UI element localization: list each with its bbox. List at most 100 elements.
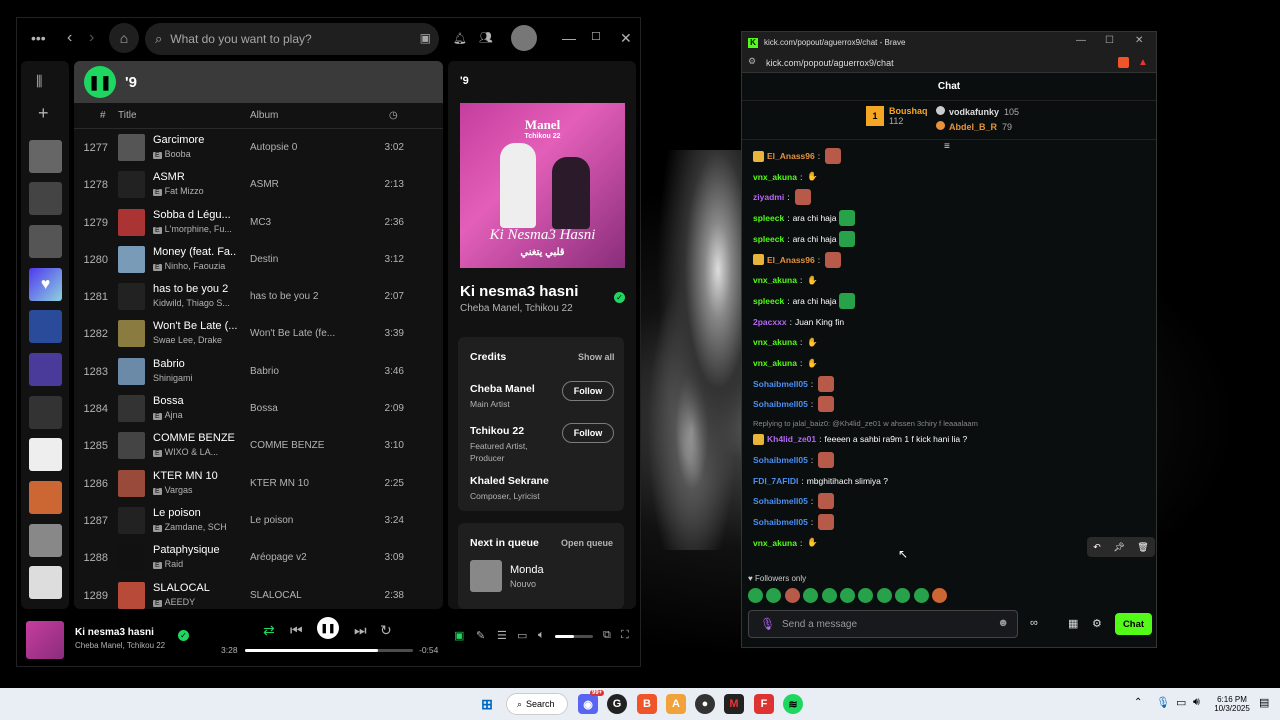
track-row[interactable]: 1282 Won't Be Late (... Swae Lee, Drake Won… <box>74 315 443 352</box>
microphone-icon[interactable]: 🎙︎ <box>760 617 775 631</box>
chat-send-button[interactable]: Chat <box>1115 613 1152 635</box>
emote-icon[interactable] <box>839 588 855 603</box>
browse-icon[interactable]: ▣ <box>420 31 431 45</box>
track-title[interactable]: Sobba d Légu... <box>153 209 237 221</box>
pin-icon[interactable]: 📌︎ <box>1113 542 1124 553</box>
top-gifter[interactable]: 1 Boushaq 112 <box>866 106 928 126</box>
track-row[interactable]: 1278 ASMR E Fat Mizzo ASMR 2:13 <box>74 166 443 203</box>
microphone-icon[interactable]: 🎙︎ <box>1156 696 1170 709</box>
chat-message[interactable]: 2pacxxx: Juan King fin <box>753 314 844 330</box>
track-row[interactable]: 1283 Babrio Shinigami Babrio 3:46 <box>74 353 443 390</box>
credit-name[interactable]: Tchikou 22 <box>470 425 524 437</box>
emote-icon[interactable] <box>766 588 782 603</box>
home-icon[interactable]: ⌂ <box>109 23 139 53</box>
brave-shield-icon[interactable] <box>1118 57 1129 68</box>
volume-icon[interactable]: 🔊︎ <box>1193 696 1200 709</box>
credit-name[interactable]: Khaled Sekrane <box>470 475 549 487</box>
library-item[interactable] <box>29 140 62 173</box>
chat-username[interactable]: Sohaibmell05 <box>753 379 808 389</box>
track-album[interactable]: Le poison <box>250 515 365 526</box>
track-album[interactable]: Babrio <box>250 366 365 377</box>
track-row[interactable]: 1289 SLALOCAL E AEEDY SLALOCAL 2:38 <box>74 577 443 609</box>
track-artist[interactable]: Raid <box>165 559 184 569</box>
chat-message[interactable]: spleeck: ara chi haja <box>753 230 855 247</box>
chat-message[interactable]: Sohaibmell05: <box>753 396 835 413</box>
emote-icon[interactable] <box>931 588 947 603</box>
track-row[interactable]: 1277 Garcimore E Booba Autopsie 0 3:02 <box>74 129 443 166</box>
track-album[interactable]: Bossa <box>250 403 365 414</box>
library-item[interactable] <box>29 566 62 599</box>
chat-username[interactable]: vnx_akuna <box>753 275 797 285</box>
follow-button[interactable]: Follow <box>562 381 614 401</box>
next-icon[interactable]: ⏭︎ <box>354 622 367 639</box>
track-row[interactable]: 1281 has to be you 2 Kidwild, Thiago S... h… <box>74 278 443 315</box>
top-gifter[interactable]: Abdel_B_R 79 <box>936 121 1012 132</box>
brave-rewards-icon[interactable]: ▲ <box>1138 57 1148 68</box>
emotes-menu-icon[interactable]: ∞ <box>1030 617 1038 629</box>
chat-message[interactable]: FDI_7AFIDI: mbghitihach slimiya ? <box>753 473 888 489</box>
track-album[interactable]: Autopsie 0 <box>250 142 365 153</box>
windows-start-icon[interactable]: ⊞ <box>477 694 497 714</box>
track-artist[interactable]: Ajna <box>165 410 183 420</box>
queue-song[interactable]: Monda <box>510 564 544 576</box>
maximize-icon[interactable]: ☐ <box>1105 35 1114 46</box>
chat-message[interactable]: spleeck: ara chi haja <box>753 292 855 309</box>
devices-icon[interactable]: ▭ <box>517 629 527 642</box>
emote-icon[interactable] <box>913 588 929 603</box>
track-album[interactable]: COMME BENZE <box>250 440 365 451</box>
track-title[interactable]: Babrio <box>153 358 237 370</box>
library-item[interactable] <box>29 481 62 514</box>
emote-icon[interactable] <box>858 588 874 603</box>
emoji-icon[interactable]: ☻ <box>997 617 1009 629</box>
track-title[interactable]: Bossa <box>153 395 237 407</box>
queue-icon[interactable]: ☰ <box>497 629 507 642</box>
open-queue-link[interactable]: Open queue <box>561 538 613 548</box>
friends-icon[interactable]: 👥︎ <box>479 31 493 44</box>
gifter-name[interactable]: Boushaq <box>889 106 928 116</box>
track-artist[interactable]: Kidwild, Thiago S... <box>153 298 230 308</box>
chat-message[interactable]: spleeck: ara chi haja <box>753 210 855 227</box>
track-title[interactable]: Won't Be Late (... <box>153 320 237 332</box>
track-row[interactable]: 1279 Sobba d Légu... E L'morphine, Fu... MC3… <box>74 204 443 241</box>
url-text[interactable]: kick.com/popout/aguerrox9/chat <box>766 58 894 68</box>
emote-icon[interactable] <box>748 588 763 603</box>
saved-check-icon[interactable]: ✓ <box>178 630 189 641</box>
chat-username[interactable]: spleeck <box>753 234 784 244</box>
track-row[interactable]: 1288 Pataphysique E Raid Aréopage v2 3:09 <box>74 539 443 576</box>
library-item[interactable] <box>29 438 62 471</box>
track-artist[interactable]: L'morphine, Fu... <box>165 224 232 234</box>
gift-icon[interactable]: ▦ <box>1068 617 1078 630</box>
chat-username[interactable]: spleeck <box>753 296 784 306</box>
track-album[interactable]: has to be you 2 <box>250 291 365 302</box>
track-row[interactable]: 1280 Money (feat. Fa... E Ninho, Faouzia Des… <box>74 241 443 278</box>
track-row[interactable]: 1286 KTER MN 10 E Vargas KTER MN 10 2:25 <box>74 465 443 502</box>
emote-icon[interactable] <box>876 588 892 603</box>
library-item[interactable] <box>29 353 62 386</box>
search-bar[interactable]: ⌕ What do you want to play? ▣ <box>145 23 439 55</box>
track-artist[interactable]: Shinigami <box>153 373 193 383</box>
app-icon[interactable]: F <box>754 694 774 714</box>
track-album[interactable]: MC3 <box>250 217 365 228</box>
track-album[interactable]: Won't Be Late (fe... <box>250 328 365 339</box>
track-album[interactable]: KTER MN 10 <box>250 478 365 489</box>
chat-message[interactable]: vnx_akuna: ✋ <box>753 169 818 185</box>
shuffle-icon[interactable]: ⇄ <box>263 622 275 639</box>
taskbar-search[interactable]: ⌕ Search <box>506 693 568 715</box>
track-artist[interactable]: Vargas <box>165 485 193 495</box>
chat-username[interactable]: spleeck <box>753 213 784 223</box>
player-song[interactable]: Ki nesma3 hasni <box>75 627 154 638</box>
close-icon[interactable]: ✕ <box>620 30 632 47</box>
chat-message[interactable]: Sohaibmell05: <box>753 493 835 510</box>
track-title[interactable]: SLALOCAL <box>153 582 237 594</box>
volume-icon[interactable]: 🔈︎ <box>538 629 545 642</box>
track-row[interactable]: 1284 Bossa E Ajna Bossa 2:09 <box>74 390 443 427</box>
close-icon[interactable]: ✕ <box>1135 35 1143 46</box>
track-row[interactable]: 1287 Le poison E Zamdane, SCH Le poison 3:24 <box>74 502 443 539</box>
chat-username[interactable]: vnx_akuna <box>753 337 797 347</box>
notifications-icon[interactable]: 🔔︎ <box>453 32 467 45</box>
add-icon[interactable]: + <box>38 103 49 124</box>
chat-message[interactable]: Sohaibmell05: <box>753 375 835 392</box>
track-artist[interactable]: WIXO & LA... <box>165 447 219 457</box>
chat-message[interactable]: vnx_akuna: ✋ <box>753 334 818 350</box>
track-title[interactable]: has to be you 2 <box>153 283 237 295</box>
